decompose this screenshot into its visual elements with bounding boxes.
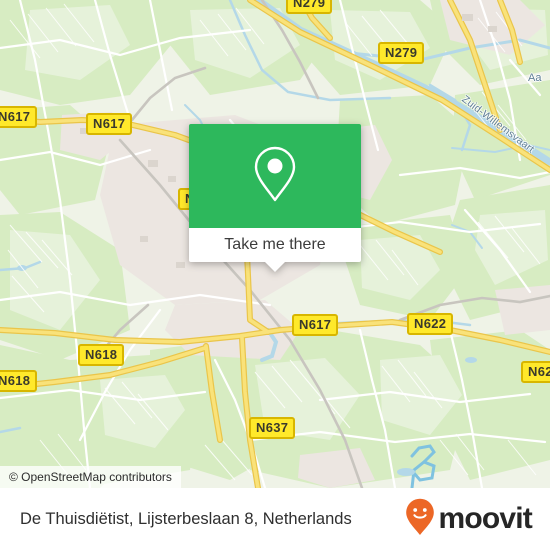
road-shield-n618[interactable]: N618 <box>78 344 125 366</box>
road-shield-n637[interactable]: N637 <box>249 417 296 439</box>
moovit-smiley-pin-icon <box>405 498 435 541</box>
map-canvas[interactable]: N279 N279 N617 N617 N617 N617 N622 N622 … <box>0 0 550 488</box>
map-pin-icon <box>252 145 298 208</box>
road-shield-n279[interactable]: N279 <box>378 42 425 64</box>
moovit-wordmark: moovit <box>438 502 532 535</box>
road-shield-n622[interactable]: N622 <box>407 313 454 335</box>
footer-bar: De Thuisdiëtist, Lijsterbeslaan 8, Nethe… <box>0 488 550 550</box>
moovit-logo[interactable]: moovit <box>405 498 533 541</box>
road-shield-n279-north[interactable]: N279 <box>286 0 333 14</box>
road-shield-n622-east-edge[interactable]: N622 <box>521 361 550 383</box>
road-shield-n617-west-edge[interactable]: N617 <box>0 106 38 128</box>
water-label-aa: Aa <box>528 72 542 84</box>
road-shield-n617-center[interactable]: N617 <box>292 314 339 336</box>
road-shield-n618-west-edge[interactable]: N618 <box>0 370 38 392</box>
take-me-there-label: Take me there <box>224 236 326 253</box>
popup-header <box>189 124 361 228</box>
popup-pointer-tail <box>265 262 285 272</box>
map-attribution[interactable]: © OpenStreetMap contributors <box>0 466 181 488</box>
attribution-text: © OpenStreetMap contributors <box>9 470 172 484</box>
location-popup-card[interactable]: Take me there <box>189 124 361 272</box>
road-shield-n617-west[interactable]: N617 <box>86 113 133 135</box>
address-label: De Thuisdiëtist, Lijsterbeslaan 8, Nethe… <box>20 509 352 528</box>
popup-footer[interactable]: Take me there <box>189 228 361 262</box>
moovit-map-screenshot: N279 N279 N617 N617 N617 N617 N622 N622 … <box>0 0 550 550</box>
